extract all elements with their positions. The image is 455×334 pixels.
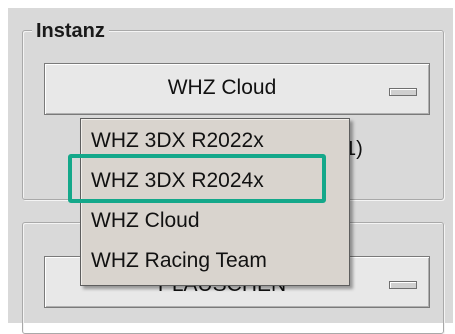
option-menu-indicator-icon [389, 281, 417, 289]
instance-select-value: WHZ Cloud [167, 76, 277, 99]
menu-item-whz-3dx-r2022x[interactable]: WHZ 3DX R2022x [91, 129, 264, 153]
menu-item-whz-racing-team[interactable]: WHZ Racing Team [91, 249, 267, 273]
menu-item-whz-3dx-r2024x[interactable]: WHZ 3DX R2024x [91, 169, 264, 193]
option-menu-indicator-icon [389, 88, 417, 96]
group-title: Instanz [32, 20, 109, 43]
instance-select-button[interactable]: WHZ Cloud [44, 63, 430, 115]
instance-dropdown-menu: WHZ 3DX R2022x WHZ 3DX R2024x WHZ Cloud … [80, 118, 350, 286]
menu-item-whz-cloud[interactable]: WHZ Cloud [91, 209, 200, 233]
